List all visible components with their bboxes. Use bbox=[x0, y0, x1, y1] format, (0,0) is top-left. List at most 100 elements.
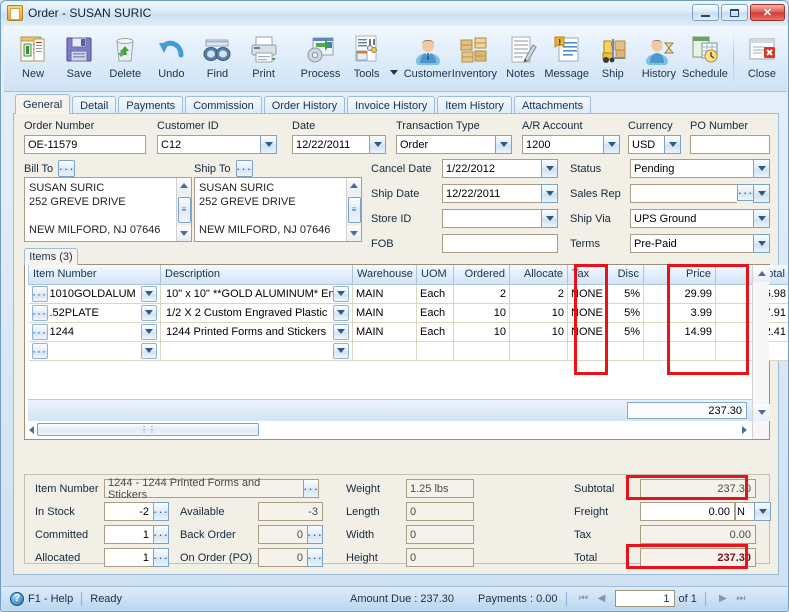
col-ordered[interactable]: Ordered bbox=[453, 265, 510, 285]
bill-to-address[interactable]: SUSAN SURIC 252 GREVE DRIVE NEW MILFORD,… bbox=[24, 177, 192, 242]
cell-uom[interactable] bbox=[416, 341, 454, 361]
items-tab[interactable]: Items (3) bbox=[24, 248, 78, 265]
scroll-up-icon[interactable] bbox=[346, 178, 361, 193]
chevron-down-icon[interactable] bbox=[141, 323, 157, 340]
cell-disc[interactable]: 5% bbox=[607, 303, 644, 323]
toolbar-process-button[interactable]: Process bbox=[297, 30, 343, 90]
item-lookup-button[interactable] bbox=[31, 342, 48, 359]
page-number-input[interactable]: 1 bbox=[614, 590, 675, 607]
cell-disc[interactable]: 5% bbox=[607, 322, 644, 342]
in-stock-lookup-button[interactable] bbox=[153, 502, 169, 521]
col-item-number[interactable]: Item Number bbox=[28, 265, 161, 285]
customer-id-input[interactable]: C12 bbox=[157, 135, 260, 154]
chevron-down-icon[interactable] bbox=[603, 135, 620, 154]
scroll-down-icon[interactable] bbox=[346, 226, 361, 241]
chevron-down-icon[interactable] bbox=[333, 304, 349, 321]
scroll-down-icon[interactable] bbox=[176, 226, 191, 241]
ar-account-combo[interactable]: 1200 bbox=[522, 135, 620, 154]
back-order-field[interactable]: 0 bbox=[258, 525, 323, 544]
in-stock-field[interactable]: -2 bbox=[104, 502, 169, 521]
bill-to-lookup-button[interactable] bbox=[58, 160, 76, 177]
ship-via-input[interactable]: UPS Ground bbox=[630, 209, 753, 228]
cell-item-number[interactable]: 1010GOLDALUM bbox=[28, 284, 161, 304]
committed-lookup-button[interactable] bbox=[153, 525, 169, 544]
ship-to-lookup-button[interactable] bbox=[235, 160, 253, 177]
cell-item-number[interactable] bbox=[28, 341, 161, 361]
chevron-down-icon[interactable] bbox=[753, 159, 770, 178]
chevron-down-icon[interactable] bbox=[753, 184, 770, 203]
cell-disc[interactable] bbox=[607, 341, 644, 361]
date-input[interactable]: 12/22/2011 bbox=[292, 135, 369, 154]
cell-description[interactable]: 10" x 10" **GOLD ALUMINUM* En bbox=[160, 284, 353, 304]
sales-rep-combo[interactable] bbox=[630, 184, 770, 203]
cell-description[interactable]: 1/2 X 2 Custom Engraved Plastic bbox=[160, 303, 353, 323]
cell-allocate[interactable]: 10 bbox=[509, 303, 568, 323]
scroll-thumb[interactable]: ≡ bbox=[177, 196, 191, 223]
table-row[interactable] bbox=[28, 341, 788, 361]
scroll-up-icon[interactable] bbox=[753, 265, 770, 282]
chevron-down-icon[interactable] bbox=[141, 342, 157, 359]
ship-date-combo[interactable]: 12/22/2011 bbox=[442, 184, 558, 203]
toolbar-delete-button[interactable]: Delete bbox=[102, 30, 148, 90]
first-record-button[interactable]: ⏮ bbox=[575, 591, 593, 607]
cell-disc[interactable]: 5% bbox=[607, 284, 644, 304]
freight-value[interactable]: 0.00 bbox=[640, 502, 735, 521]
date-combo[interactable]: 12/22/2011 bbox=[292, 135, 386, 154]
toolbar-message-button[interactable]: Message bbox=[544, 30, 590, 90]
allocated-field[interactable]: 1 bbox=[104, 548, 169, 567]
allocated-lookup-button[interactable] bbox=[153, 548, 169, 567]
freight-mode-combo[interactable]: N bbox=[735, 502, 771, 521]
close-button[interactable]: ✕ bbox=[750, 4, 785, 21]
freight-mode-value[interactable]: N bbox=[735, 502, 754, 521]
po-number-input[interactable] bbox=[690, 135, 770, 154]
item-lookup-button[interactable] bbox=[31, 304, 48, 321]
cell-ordered[interactable]: 10 bbox=[453, 322, 510, 342]
hscroll-thumb[interactable]: ⋮⋮ bbox=[37, 423, 259, 436]
cell-allocate[interactable]: 2 bbox=[509, 284, 568, 304]
cell-item-number[interactable]: .52PLATE bbox=[28, 303, 161, 323]
scroll-thumb[interactable]: ≡ bbox=[347, 196, 361, 223]
ship-to-address[interactable]: SUSAN SURIC 252 GREVE DRIVE NEW MILFORD,… bbox=[194, 177, 362, 242]
chevron-down-icon[interactable] bbox=[664, 135, 681, 154]
ship-to-scrollbar[interactable]: ≡ bbox=[346, 178, 361, 241]
chevron-down-icon[interactable] bbox=[753, 234, 770, 253]
cell-item-number[interactable]: 1244 bbox=[28, 322, 161, 342]
items-grid-horizontal-scrollbar[interactable]: ⋮⋮ bbox=[27, 422, 750, 437]
tab-invoice-history[interactable]: Invoice History bbox=[347, 96, 436, 114]
transaction-type-combo[interactable]: Order bbox=[396, 135, 512, 154]
next-record-button[interactable]: ▶ bbox=[714, 591, 732, 607]
cell-price[interactable]: 3.99 bbox=[643, 303, 716, 323]
cell-ordered[interactable] bbox=[453, 341, 510, 361]
toolbar-save-button[interactable]: Save bbox=[56, 30, 102, 90]
table-row[interactable]: .52PLATE 1/2 X 2 Custom Engraved Plastic bbox=[28, 303, 788, 323]
col-disc[interactable]: Disc bbox=[607, 265, 644, 285]
cell-warehouse[interactable] bbox=[352, 341, 417, 361]
chevron-down-icon[interactable] bbox=[541, 209, 558, 228]
cell-ordered[interactable]: 2 bbox=[453, 284, 510, 304]
tab-item-history[interactable]: Item History bbox=[437, 96, 512, 114]
tools-dropdown-arrow-icon[interactable] bbox=[389, 70, 398, 75]
toolbar-customer-button[interactable]: Customer bbox=[404, 30, 451, 90]
help-icon[interactable]: ? bbox=[10, 591, 24, 606]
cell-uom[interactable]: Each bbox=[416, 284, 454, 304]
maximize-button[interactable] bbox=[721, 4, 748, 21]
ship-via-combo[interactable]: UPS Ground bbox=[630, 209, 770, 228]
toolbar-undo-button[interactable]: Undo bbox=[148, 30, 194, 90]
item-lookup-button[interactable] bbox=[31, 323, 48, 340]
tab-order-history[interactable]: Order History bbox=[263, 96, 346, 114]
scroll-right-icon[interactable] bbox=[742, 426, 747, 434]
store-id-input[interactable] bbox=[442, 209, 541, 228]
store-id-combo[interactable] bbox=[442, 209, 558, 228]
terms-combo[interactable]: Pre-Paid bbox=[630, 234, 770, 253]
cell-price[interactable]: 29.99 bbox=[643, 284, 716, 304]
col-price[interactable]: Price bbox=[643, 265, 716, 285]
chevron-down-icon[interactable] bbox=[333, 323, 349, 340]
cancel-date-input[interactable]: 1/22/2012 bbox=[442, 159, 541, 178]
toolbar-schedule-button[interactable]: Schedule bbox=[682, 30, 728, 90]
previous-record-button[interactable]: ◀ bbox=[593, 591, 611, 607]
chevron-down-icon[interactable] bbox=[541, 159, 558, 178]
fob-input[interactable] bbox=[442, 234, 558, 253]
toolbar-tools-button[interactable]: Tools bbox=[344, 30, 390, 90]
chevron-down-icon[interactable] bbox=[141, 304, 157, 321]
last-record-button[interactable]: ⏭ bbox=[732, 591, 750, 607]
